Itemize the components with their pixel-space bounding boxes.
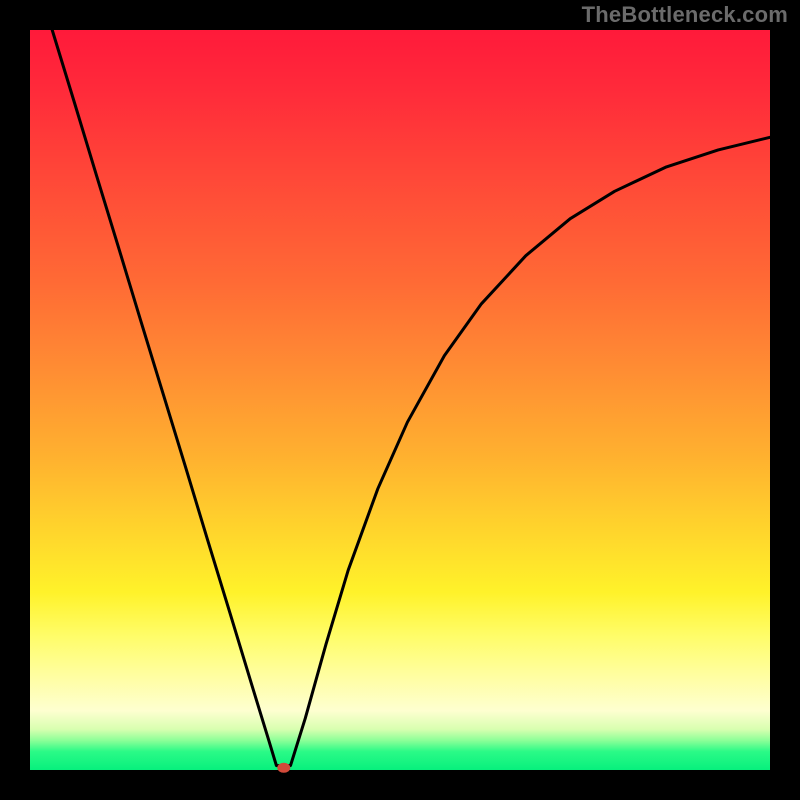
curve-svg — [30, 30, 770, 770]
bottleneck-curve — [52, 30, 770, 766]
plot-area — [30, 30, 770, 770]
chart-frame: TheBottleneck.com — [0, 0, 800, 800]
min-marker — [277, 763, 290, 773]
watermark-text: TheBottleneck.com — [582, 2, 788, 28]
